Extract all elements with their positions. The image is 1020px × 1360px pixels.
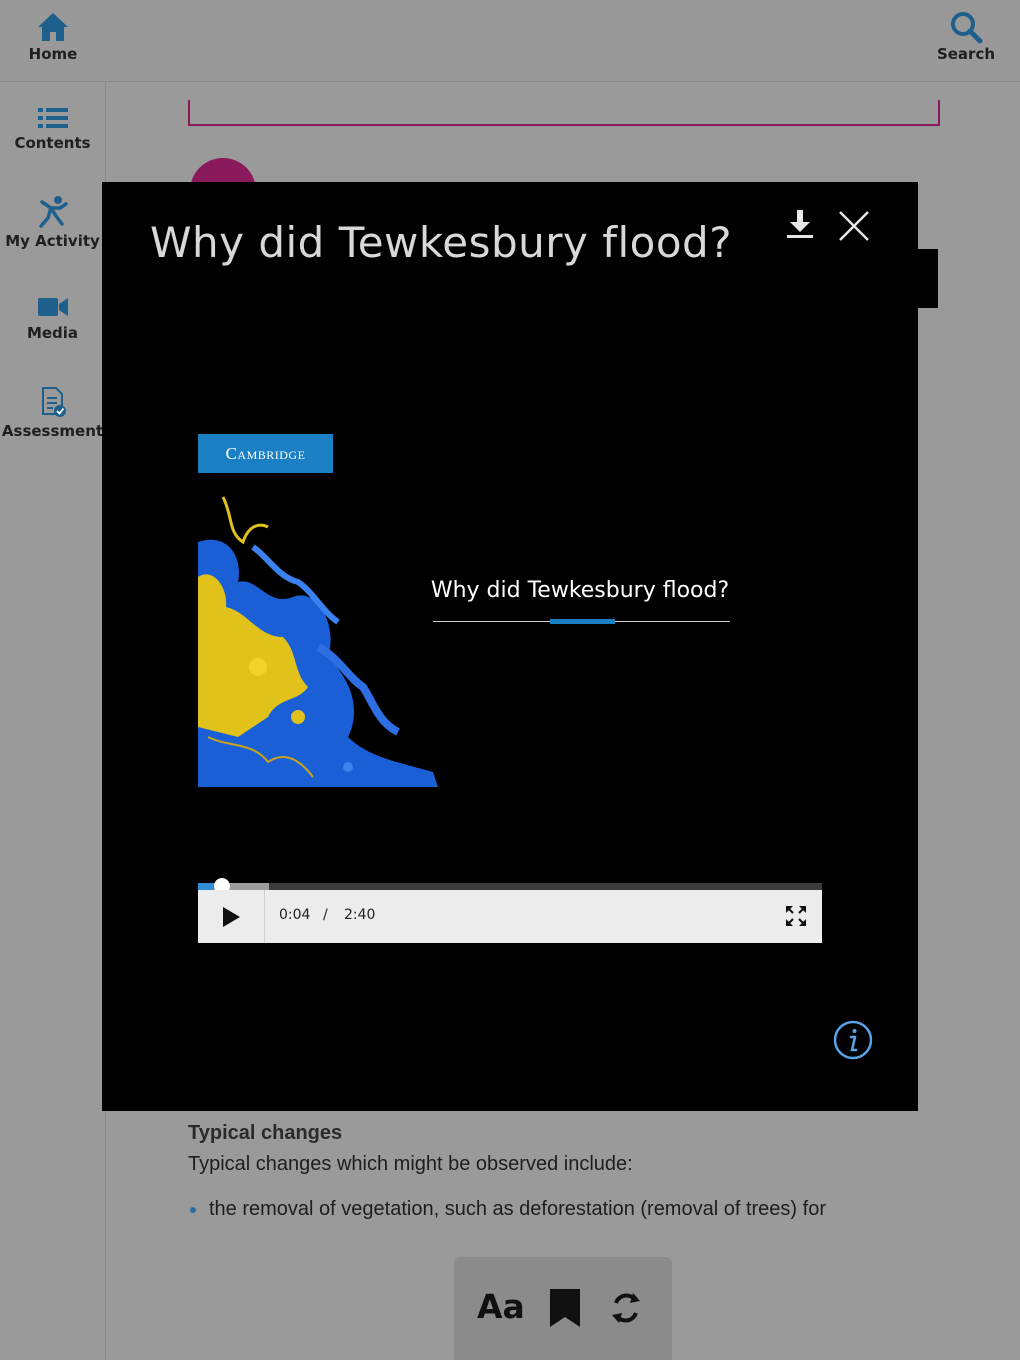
section-heading: Typical changes	[188, 1122, 343, 1144]
video-modal: Why did Tewkesbury flood? Cambridge Why …	[102, 182, 918, 1111]
home-button[interactable]: Home	[24, 11, 82, 63]
search-button[interactable]: Search	[936, 10, 996, 63]
sidebar-item-label: Contents	[14, 134, 91, 152]
progress-track[interactable]	[198, 878, 822, 894]
video-title: Why did Tewkesbury flood?	[430, 578, 730, 603]
play-button[interactable]	[198, 890, 265, 943]
bullet-dot	[190, 1206, 196, 1213]
video-player[interactable]: Cambridge Why did Tewkesbury flood?	[198, 432, 822, 882]
paint-splash-image	[198, 496, 438, 787]
search-label: Search	[936, 45, 996, 63]
time-separator: /	[323, 907, 328, 923]
sidebar-item-label: Media	[26, 324, 79, 342]
current-time: 0:04	[279, 907, 311, 923]
sidebar: Contents My Activity Media Assessment	[0, 82, 106, 1360]
home-icon	[38, 13, 68, 41]
download-icon[interactable]	[785, 208, 815, 240]
top-bar: Home Search	[0, 0, 1020, 82]
list-item-text: the removal of vegetation, such as defor…	[209, 1198, 826, 1220]
sidebar-item-label: Assessment	[1, 422, 104, 440]
section-paragraph: Typical changes which might be observed …	[188, 1153, 633, 1175]
bookmark-icon[interactable]	[548, 1287, 582, 1329]
assessment-document-icon	[41, 387, 66, 417]
sidebar-item-my-activity[interactable]: My Activity	[0, 194, 105, 250]
progress-played	[198, 883, 214, 890]
info-icon[interactable]	[833, 1020, 873, 1060]
cambridge-logo: Cambridge	[198, 434, 333, 473]
title-accent-bar	[550, 619, 615, 624]
home-label: Home	[28, 45, 78, 63]
content-box-border	[188, 100, 940, 126]
sidebar-item-media[interactable]: Media	[0, 294, 105, 342]
close-icon[interactable]	[837, 209, 871, 243]
sidebar-item-assessment[interactable]: Assessment	[0, 386, 105, 440]
duration: 2:40	[344, 907, 376, 923]
video-camera-icon	[37, 298, 68, 316]
search-icon	[951, 12, 983, 44]
sidebar-item-label: My Activity	[5, 232, 100, 250]
modal-title: Why did Tewkesbury flood?	[150, 218, 733, 267]
fullscreen-icon[interactable]	[784, 904, 808, 928]
play-icon	[223, 906, 240, 927]
brand-name: Cambridge	[225, 443, 306, 463]
activity-person-icon	[38, 196, 68, 228]
list-icon	[37, 108, 68, 128]
sidebar-item-contents[interactable]: Contents	[0, 106, 105, 152]
sync-icon[interactable]	[609, 1289, 643, 1327]
reader-toolbar: Aa	[454, 1257, 672, 1360]
video-controls: 0:04 / 2:40	[198, 890, 822, 943]
list-item: the removal of vegetation, such as defor…	[190, 1198, 826, 1221]
font-size-button[interactable]: Aa	[477, 1287, 525, 1326]
